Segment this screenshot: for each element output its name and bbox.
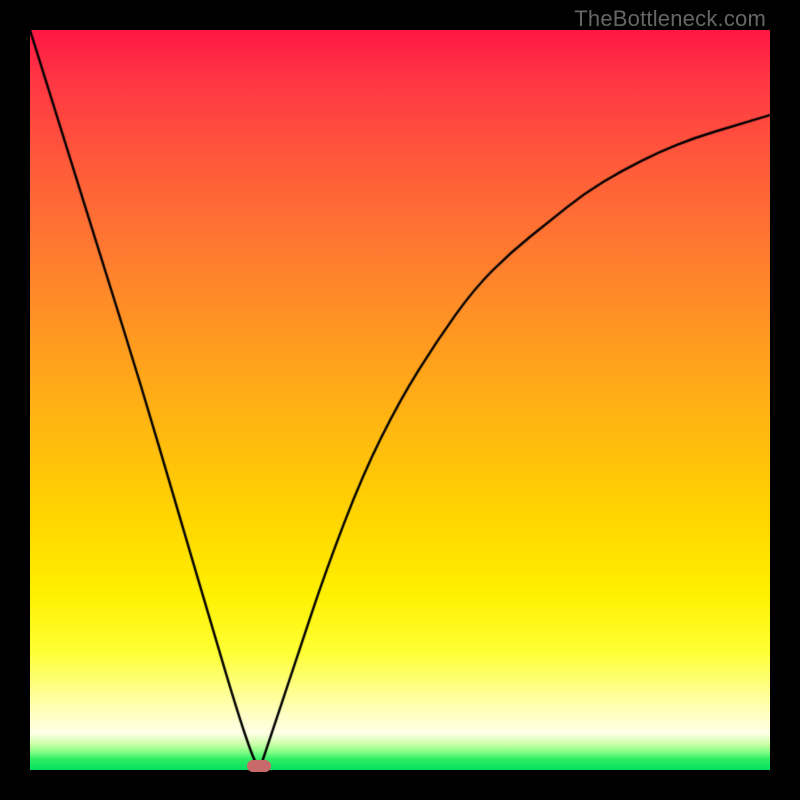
- chart-frame: TheBottleneck.com: [0, 0, 800, 800]
- chart-curve-canvas: [30, 30, 770, 770]
- watermark-text: TheBottleneck.com: [574, 6, 766, 32]
- chart-minimum-marker: [247, 760, 271, 772]
- chart-plot-area: [30, 30, 770, 770]
